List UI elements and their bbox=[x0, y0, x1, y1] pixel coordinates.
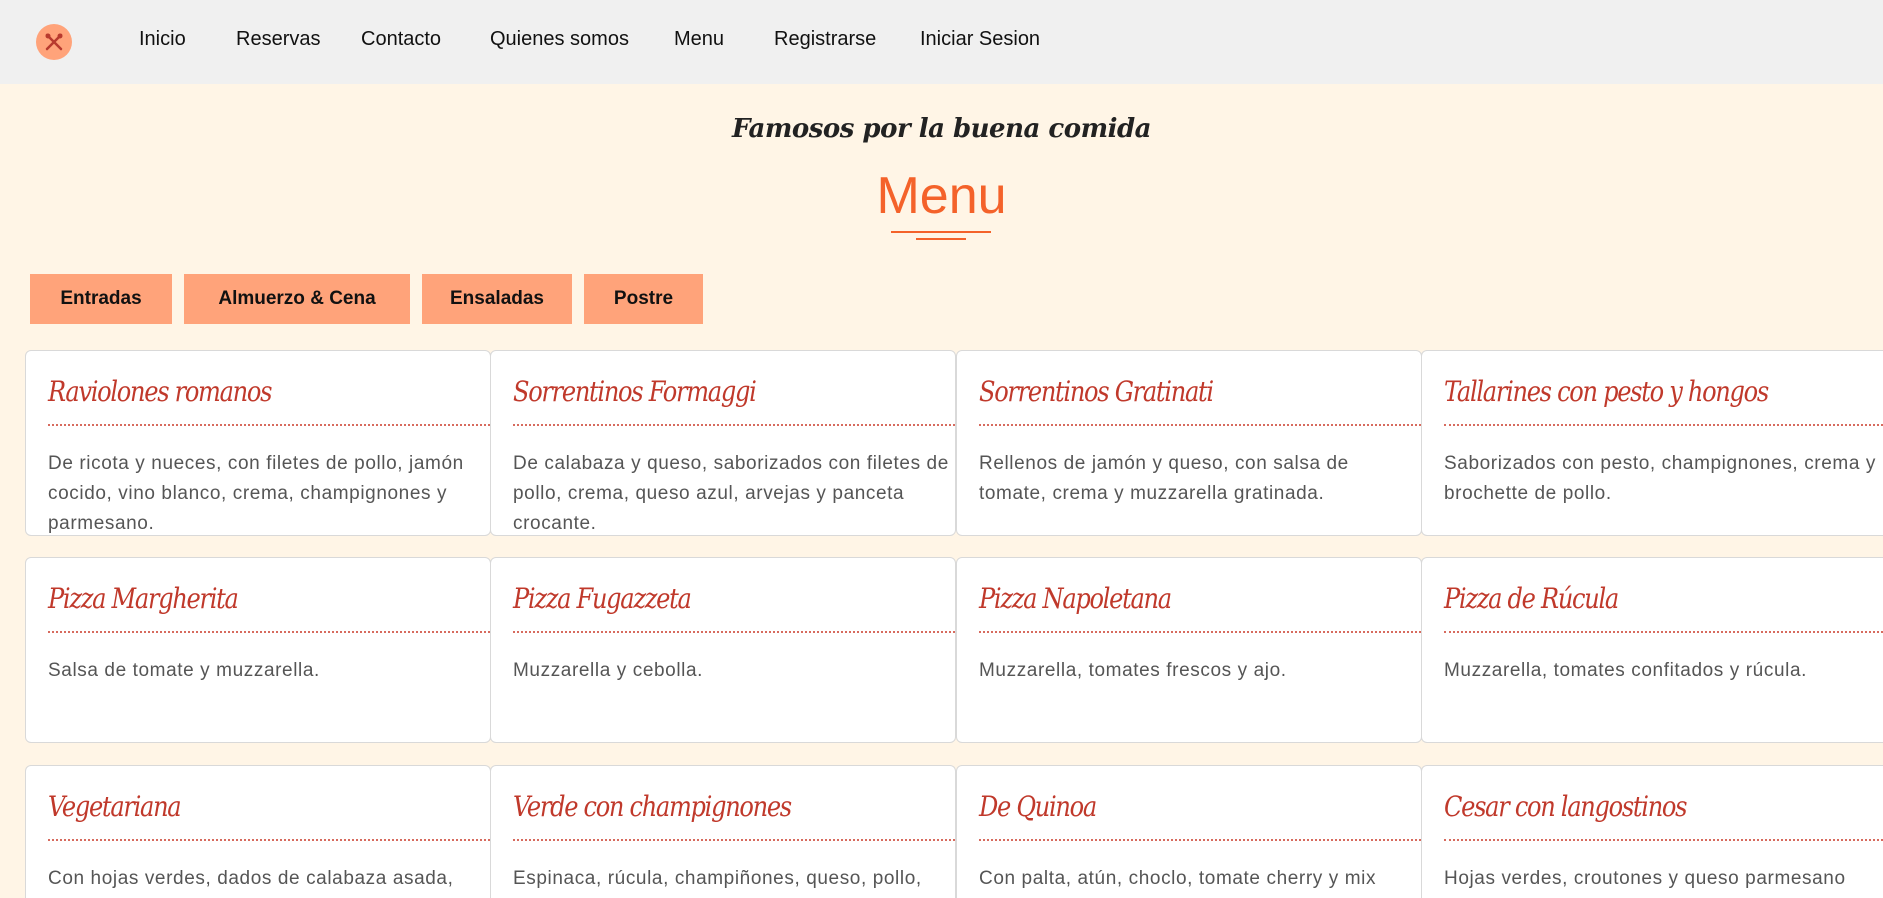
card-divider bbox=[1444, 839, 1883, 841]
menu-card-description: Salsa de tomate y muzzarella. bbox=[48, 660, 320, 681]
menu-card-title: Tallarines con pesto y hongos bbox=[1444, 375, 1769, 408]
menu-card-description: Con hojas verdes, dados de calabaza asad… bbox=[48, 868, 454, 889]
menu-card: Tallarines con pesto y hongos Saborizado… bbox=[1421, 350, 1883, 536]
menu-card-description: Con palta, atún, choclo, tomate cherry y… bbox=[979, 868, 1377, 889]
category-button-postre[interactable]: Postre bbox=[584, 274, 703, 324]
nav-link-contacto[interactable]: Contacto bbox=[361, 28, 441, 51]
category-button-almuerzo-cena[interactable]: Almuerzo & Cena bbox=[184, 274, 410, 324]
nav-link-registrarse[interactable]: Registrarse bbox=[774, 28, 876, 51]
nav-link-quienes-somos[interactable]: Quienes somos bbox=[490, 28, 629, 51]
menu-subtitle: Famosos por la buena comida bbox=[732, 114, 1151, 144]
card-divider bbox=[979, 631, 1421, 633]
menu-card-title: Raviolones romanos bbox=[48, 375, 272, 408]
menu-card: Pizza de Rúcula Muzzarella, tomates conf… bbox=[1421, 557, 1883, 743]
nav-link-inicio[interactable]: Inicio bbox=[139, 28, 186, 51]
menu-card-description: Muzzarella y cebolla. bbox=[513, 660, 704, 681]
menu-card-description: Muzzarella, tomates frescos y ajo. bbox=[979, 660, 1287, 681]
menu-title: Menu bbox=[876, 167, 1007, 225]
card-divider bbox=[513, 424, 955, 426]
title-underline-short bbox=[916, 238, 966, 240]
menu-card-title: Sorrentinos Formaggi bbox=[513, 375, 757, 408]
card-divider bbox=[48, 631, 490, 633]
menu-card: Cesar con langostinos Hojas verdes, crou… bbox=[1421, 765, 1883, 898]
menu-card: De Quinoa Con palta, atún, choclo, tomat… bbox=[956, 765, 1422, 898]
nav-link-menu[interactable]: Menu bbox=[674, 28, 724, 51]
menu-card-title: Pizza Fugazzeta bbox=[513, 582, 692, 615]
card-divider bbox=[513, 839, 955, 841]
title-underline bbox=[891, 231, 991, 233]
crossed-fork-knife-icon bbox=[45, 33, 63, 51]
logo[interactable] bbox=[36, 24, 72, 60]
menu-card-title: Pizza Napoletana bbox=[979, 582, 1172, 615]
card-divider bbox=[1444, 424, 1883, 426]
menu-card-description: Espinaca, rúcula, champiñones, queso, po… bbox=[513, 868, 922, 889]
card-divider bbox=[1444, 631, 1883, 633]
menu-card: Vegetariana Con hojas verdes, dados de c… bbox=[25, 765, 491, 898]
card-divider bbox=[979, 839, 1421, 841]
menu-card-description: Saborizados con pesto, champignones, cre… bbox=[1444, 453, 1876, 504]
menu-card-title: Verde con champignones bbox=[513, 790, 792, 823]
card-divider bbox=[48, 839, 490, 841]
category-button-entradas[interactable]: Entradas bbox=[30, 274, 172, 324]
menu-card-title: Cesar con langostinos bbox=[1444, 790, 1687, 823]
menu-card-description: Hojas verdes, croutones y queso parmesan… bbox=[1444, 868, 1846, 889]
menu-card-description: De calabaza y queso, saborizados con fil… bbox=[513, 453, 949, 534]
nav-link-reservas[interactable]: Reservas bbox=[236, 28, 320, 51]
menu-card: Raviolones romanos De ricota y nueces, c… bbox=[25, 350, 491, 536]
menu-card-title: Pizza de Rúcula bbox=[1444, 582, 1619, 615]
card-divider bbox=[979, 424, 1421, 426]
menu-card-title: Pizza Margherita bbox=[48, 582, 239, 615]
menu-card: Pizza Fugazzeta Muzzarella y cebolla. bbox=[490, 557, 956, 743]
navbar: Inicio Reservas Contacto Quienes somos M… bbox=[0, 0, 1883, 84]
menu-card: Pizza Napoletana Muzzarella, tomates fre… bbox=[956, 557, 1422, 743]
card-divider bbox=[513, 631, 955, 633]
menu-card-title: Vegetariana bbox=[48, 790, 182, 823]
menu-card: Sorrentinos Gratinati Rellenos de jamón … bbox=[956, 350, 1422, 536]
menu-card: Pizza Margherita Salsa de tomate y muzza… bbox=[25, 557, 491, 743]
menu-card-title: De Quinoa bbox=[979, 790, 1097, 823]
category-button-ensaladas[interactable]: Ensaladas bbox=[422, 274, 572, 324]
menu-card: Sorrentinos Formaggi De calabaza y queso… bbox=[490, 350, 956, 536]
menu-card-description: De ricota y nueces, con filetes de pollo… bbox=[48, 453, 464, 534]
menu-card-description: Rellenos de jamón y queso, con salsa de … bbox=[979, 453, 1349, 504]
card-divider bbox=[48, 424, 490, 426]
menu-card: Verde con champignones Espinaca, rúcula,… bbox=[490, 765, 956, 898]
menu-card-description: Muzzarella, tomates confitados y rúcula. bbox=[1444, 660, 1807, 681]
nav-link-iniciar-sesion[interactable]: Iniciar Sesion bbox=[920, 28, 1040, 51]
menu-card-title: Sorrentinos Gratinati bbox=[979, 375, 1214, 408]
